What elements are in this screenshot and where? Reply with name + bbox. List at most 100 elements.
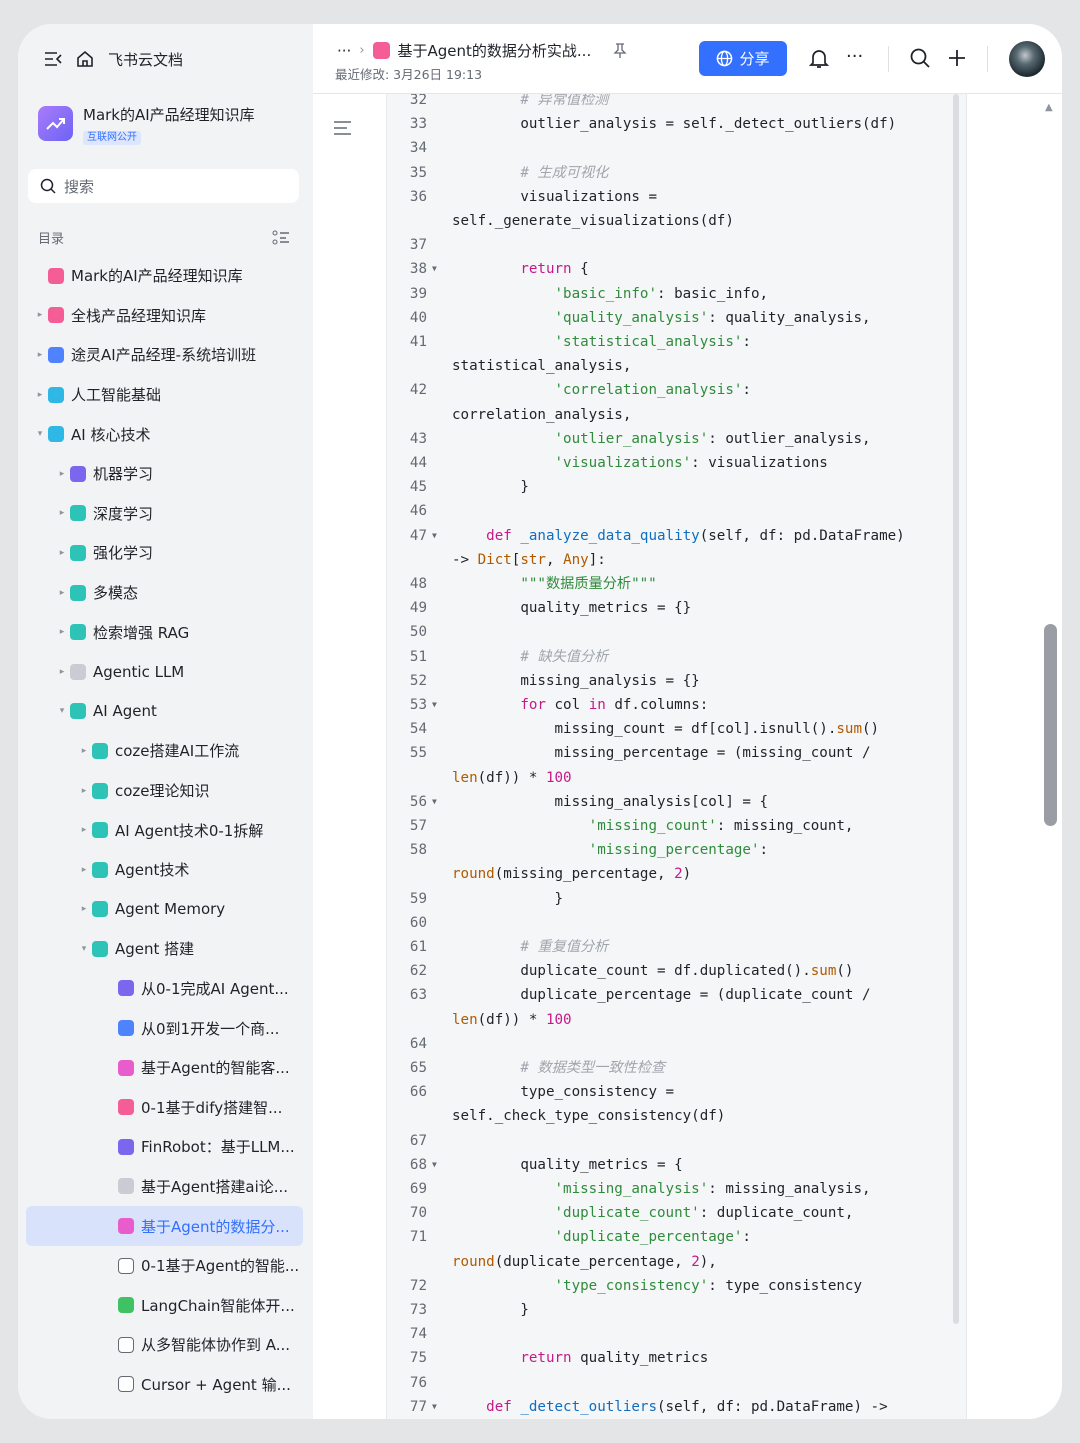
tree-item-label: FinRobot：基于LLM...: [141, 1138, 295, 1157]
code-token: ): [682, 866, 692, 883]
caret-down-icon[interactable]: ▾: [54, 706, 70, 716]
code-text: 'duplicate_percentage':: [452, 1225, 751, 1249]
code-line: 62 duplicate_count = df.duplicated().sum…: [387, 959, 966, 983]
caret-right-icon[interactable]: ▸: [54, 588, 70, 598]
code-token: missing_analysis = {}: [452, 672, 700, 689]
tree-item[interactable]: ▸ 全栈产品经理知识库: [26, 296, 303, 336]
code-text: correlation_analysis,: [452, 403, 631, 427]
caret-right-icon[interactable]: ▸: [54, 627, 70, 637]
fold-toggle-icon[interactable]: ▼: [432, 257, 437, 281]
tree-item[interactable]: 0-1基于Agent的智能...: [26, 1246, 303, 1286]
fold-toggle-icon[interactable]: ▼: [432, 790, 437, 814]
caret-right-icon[interactable]: ▸: [54, 667, 70, 677]
line-number: 57: [409, 818, 427, 834]
search-box[interactable]: 搜索: [28, 169, 299, 203]
home-icon[interactable]: [76, 50, 94, 68]
tree-item[interactable]: ▸ coze搭建AI工作流: [26, 731, 303, 771]
tree-item[interactable]: ▸ 途灵AI产品经理-系统培训班: [26, 335, 303, 375]
fold-toggle-icon[interactable]: ▼: [432, 1153, 437, 1177]
caret-down-icon[interactable]: ▾: [76, 944, 92, 954]
more-icon[interactable]: ···: [846, 46, 863, 67]
tree-item[interactable]: ▸ Agentic LLM: [26, 652, 303, 692]
line-number: 66: [409, 1084, 427, 1101]
knowledge-base-header[interactable]: Mark的AI产品经理知识库 互联网公开: [38, 106, 255, 145]
app-title[interactable]: 飞书云文档: [108, 49, 183, 70]
code-text: 'basic_info': basic_info,: [452, 282, 769, 306]
caret-right-icon[interactable]: ▸: [32, 310, 48, 320]
tree-item[interactable]: 从多智能体协作到 A...: [26, 1325, 303, 1365]
line-number: 64: [409, 1035, 427, 1052]
code-token: ->: [452, 551, 478, 568]
code-token: : duplicate_count,: [699, 1205, 854, 1222]
tree-item[interactable]: ▸ 机器学习: [26, 454, 303, 494]
tree-item[interactable]: 从0-1完成AI Agent...: [26, 969, 303, 1009]
code-token: len: [452, 1011, 478, 1028]
caret-right-icon[interactable]: ▸: [32, 390, 48, 400]
tree-item[interactable]: ▸ 检索增强 RAG: [26, 612, 303, 652]
tree-item[interactable]: ▸ 强化学习: [26, 533, 303, 573]
caret-right-icon[interactable]: ▸: [76, 786, 92, 796]
tree-item[interactable]: LangChain智能体开...: [26, 1285, 303, 1325]
tree-item[interactable]: Mark的AI产品经理知识库: [26, 256, 303, 296]
code-line: 76: [387, 1371, 966, 1395]
caret-right-icon[interactable]: ▸: [54, 469, 70, 479]
tree-item[interactable]: ▸ 深度学习: [26, 494, 303, 534]
code-text: quality_metrics = {: [452, 1153, 682, 1177]
tree-item[interactable]: ▸ AI Agent技术0-1拆解: [26, 810, 303, 850]
tree-item[interactable]: ▸ 人工智能基础: [26, 375, 303, 415]
fold-toggle-icon[interactable]: ▼: [432, 1395, 437, 1419]
notification-icon[interactable]: [809, 48, 829, 70]
caret-down-icon[interactable]: ▾: [32, 429, 48, 439]
search-icon[interactable]: [910, 48, 930, 68]
outline-menu-icon[interactable]: [333, 120, 353, 140]
fold-toggle-icon[interactable]: ▼: [432, 693, 437, 717]
caret-right-icon[interactable]: ▸: [76, 904, 92, 914]
caret-right-icon[interactable]: ▸: [54, 548, 70, 558]
code-line: 44 'visualizations': visualizations: [387, 451, 966, 475]
doc-icon: [70, 703, 86, 720]
tree-item[interactable]: ▾ AI 核心技术: [26, 414, 303, 454]
pin-icon[interactable]: [613, 42, 627, 59]
collapse-sidebar-icon[interactable]: [44, 51, 62, 67]
code-token: duplicate_percentage = (duplicate_count …: [452, 987, 871, 1004]
tree-item[interactable]: ▸ Agent Memory: [26, 890, 303, 930]
tree-item[interactable]: 基于Agent的数据分...: [26, 1206, 303, 1246]
caret-right-icon[interactable]: ▸: [54, 508, 70, 518]
code-line: round(missing_percentage, 2): [387, 862, 966, 886]
doc-icon: [48, 426, 64, 443]
tree-item[interactable]: 基于Agent搭建ai论...: [26, 1167, 303, 1207]
page-scrollbar-thumb[interactable]: [1044, 624, 1057, 826]
tree-item[interactable]: ▸ Agent技术: [26, 850, 303, 890]
code-token: return: [520, 1350, 572, 1367]
caret-right-icon[interactable]: ▸: [32, 350, 48, 360]
line-number: 69: [409, 1181, 427, 1197]
tree-item[interactable]: 从0到1开发一个商...: [26, 1008, 303, 1048]
tree-item[interactable]: Cursor + Agent 输...: [26, 1365, 303, 1405]
tree-item[interactable]: 0-1基于dify搭建智...: [26, 1087, 303, 1127]
caret-right-icon[interactable]: ▸: [76, 746, 92, 756]
code-token: outlier_analysis = self._detect_outliers…: [452, 116, 897, 133]
code-scrollbar[interactable]: [953, 94, 959, 1324]
tree-item[interactable]: FinRobot：基于LLM...: [26, 1127, 303, 1167]
code-text: missing_count = df[col].isnull().sum(): [452, 717, 879, 741]
doc-icon: [92, 822, 108, 839]
tree-item[interactable]: ▾ AI Agent: [26, 692, 303, 732]
avatar[interactable]: [1009, 41, 1045, 77]
code-block[interactable]: 32 # 异常值检测 33 outlier_analysis = self._de…: [386, 94, 967, 1419]
add-icon[interactable]: [947, 48, 967, 68]
tree-item[interactable]: 基于Agent的智能客...: [26, 1048, 303, 1088]
code-line: 42 'correlation_analysis':: [387, 378, 966, 402]
caret-right-icon[interactable]: ▸: [76, 825, 92, 835]
toc-list-icon[interactable]: [272, 230, 290, 246]
share-button[interactable]: 分享: [699, 41, 787, 76]
doc-title[interactable]: 基于Agent的数据分析实战...: [398, 40, 592, 61]
scroll-up-arrow-icon[interactable]: ▲: [1045, 102, 1053, 113]
tree-item[interactable]: ▸ 多模态: [26, 573, 303, 613]
breadcrumb-more[interactable]: ···: [337, 42, 351, 60]
tree-item[interactable]: ▾ Agent 搭建: [26, 929, 303, 969]
caret-right-icon[interactable]: ▸: [76, 865, 92, 875]
fold-toggle-icon[interactable]: ▼: [432, 524, 437, 548]
tree-item[interactable]: ▸ coze理论知识: [26, 771, 303, 811]
code-line: 47 ▼ def _analyze_data_quality(self, df: …: [387, 524, 966, 548]
